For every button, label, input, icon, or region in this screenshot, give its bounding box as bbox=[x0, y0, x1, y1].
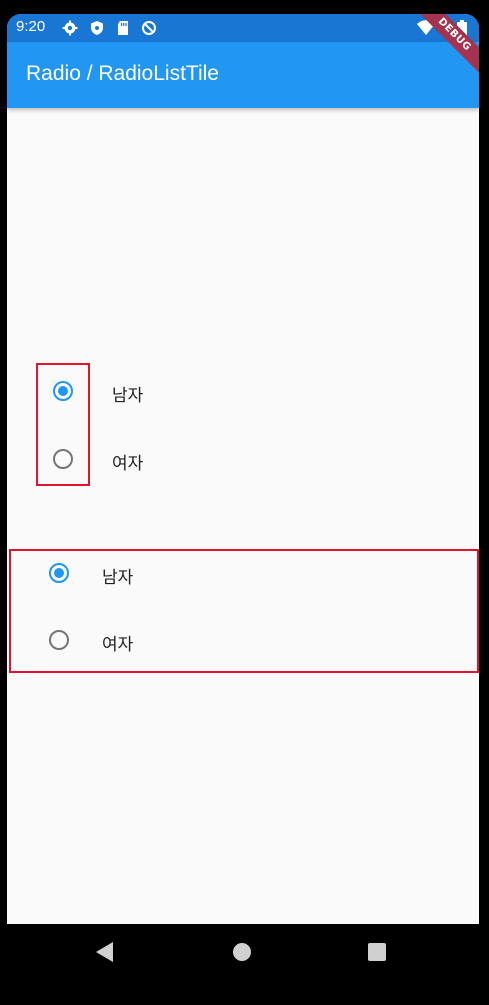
radio-label-male: 남자 bbox=[112, 386, 144, 406]
page-title: Radio / RadioListTile bbox=[26, 62, 219, 85]
recents-icon[interactable] bbox=[368, 943, 386, 961]
sd-card-icon bbox=[118, 21, 128, 35]
app-bar: Radio / RadioListTile bbox=[7, 42, 479, 108]
radio-tile-female-indicator[interactable] bbox=[48, 629, 70, 651]
status-bar: 9:20 bbox=[7, 14, 479, 42]
no-sync-icon bbox=[142, 21, 156, 35]
radio-label-female: 여자 bbox=[112, 454, 144, 474]
radio-tile-label-male: 남자 bbox=[102, 568, 134, 588]
radio-tile-male-indicator[interactable] bbox=[48, 562, 70, 584]
shield-icon bbox=[91, 21, 103, 35]
system-nav-bar bbox=[0, 924, 489, 1005]
radio-tile-label-female: 여자 bbox=[102, 635, 134, 655]
radio-list-tile-female[interactable]: 여자 bbox=[11, 611, 475, 669]
home-icon[interactable] bbox=[232, 942, 252, 962]
radio-male[interactable] bbox=[52, 380, 74, 402]
app-screen: 9:20 Radio / RadioListTile DEBUG 남자 여자 남… bbox=[7, 14, 479, 924]
gear-icon bbox=[62, 20, 78, 36]
back-icon[interactable] bbox=[96, 942, 114, 962]
status-time: 9:20 bbox=[16, 18, 46, 35]
radio-list-tile-male[interactable]: 남자 bbox=[11, 551, 475, 609]
radio-female[interactable] bbox=[52, 448, 74, 470]
